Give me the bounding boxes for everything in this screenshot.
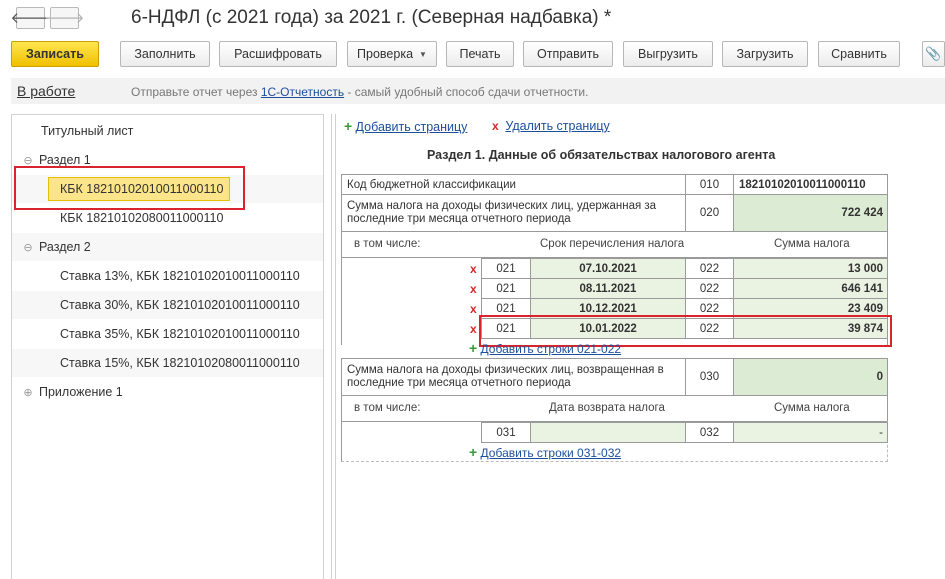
- hint-suffix: - самый удобный способ сдачи отчетности.: [344, 85, 589, 99]
- back-button[interactable]: 🡐: [10, 7, 51, 29]
- tree-item-appendix1[interactable]: ⊕ Приложение 1: [12, 378, 323, 406]
- row-code1: 021: [481, 258, 531, 279]
- add-page-link[interactable]: Добавить страницу: [356, 120, 468, 134]
- fill-button[interactable]: Заполнить: [120, 41, 210, 67]
- row-code2: 022: [685, 258, 734, 279]
- reporting-link[interactable]: 1С-Отчетность: [261, 85, 344, 99]
- including-header-row: в том числе: Срок перечисления налога Су…: [341, 231, 888, 258]
- withheld-code: 020: [685, 194, 734, 232]
- paperclip-icon: 📎: [925, 46, 942, 61]
- send-button[interactable]: Отправить: [523, 41, 613, 67]
- import-button[interactable]: Загрузить: [722, 41, 808, 67]
- delete-row-icon[interactable]: x: [470, 282, 477, 296]
- row-date-field[interactable]: 08.11.2021: [530, 278, 686, 299]
- expand-icon[interactable]: ⊕: [23, 386, 33, 399]
- plus-icon: +: [469, 340, 478, 356]
- arrow-right-icon: 🡒: [44, 9, 85, 27]
- save-button[interactable]: Записать: [11, 41, 99, 67]
- tree-label: Ставка 35%, КБК 18210102010011000110: [60, 327, 300, 341]
- returned-label: Сумма налога на доходы физических лиц, в…: [341, 358, 686, 396]
- highlight-frame: [14, 166, 245, 210]
- including-label: в том числе:: [354, 238, 421, 250]
- add-rows-031-action[interactable]: + Добавить строки 031-032: [469, 444, 621, 460]
- tree-item-rate-13[interactable]: Ставка 13%, КБК 18210102010011000110: [12, 262, 323, 290]
- tree-item-rate-30[interactable]: Ставка 30%, КБК 18210102010011000110: [12, 291, 323, 319]
- tree-label: Раздел 2: [39, 240, 91, 254]
- row-date-field[interactable]: 07.10.2021: [530, 258, 686, 279]
- return-date-field[interactable]: [530, 422, 686, 443]
- return-sum-field[interactable]: -: [733, 422, 888, 443]
- including-label: в том числе:: [354, 402, 421, 414]
- withheld-label: Сумма налога на доходы физических лиц, у…: [341, 194, 686, 232]
- tax-sum-header: Сумма налога: [774, 402, 850, 414]
- collapse-icon[interactable]: ⊖: [23, 154, 33, 167]
- delete-row-icon[interactable]: x: [470, 262, 477, 276]
- return-row-code2: 032: [685, 422, 734, 443]
- returned-code: 030: [685, 358, 734, 396]
- export-button[interactable]: Выгрузить: [623, 41, 713, 67]
- tree-item-rate-15[interactable]: Ставка 15%, КБК 18210102080011000110: [12, 349, 323, 377]
- plus-icon: +: [469, 444, 478, 460]
- status-state-link[interactable]: В работе: [17, 83, 75, 99]
- page-title: 6-НДФЛ (с 2021 года) за 2021 г. (Северна…: [131, 7, 612, 28]
- kbk-value-field[interactable]: 18210102010011000110: [733, 174, 888, 195]
- tree-label: Ставка 30%, КБК 18210102010011000110: [60, 298, 300, 312]
- transfer-date-header: Срок перечисления налога: [540, 238, 685, 250]
- return-date-header: Дата возврата налога: [549, 402, 665, 414]
- caret-down-icon: ▼: [419, 49, 427, 59]
- tree-label: Ставка 15%, КБК 18210102080011000110: [60, 356, 300, 370]
- compare-button[interactable]: Сравнить: [818, 41, 900, 67]
- tree-item-rate-35[interactable]: Ставка 35%, КБК 18210102010011000110: [12, 320, 323, 348]
- status-bar: В работе Отправьте отчет через 1С-Отчетн…: [11, 78, 945, 104]
- panel-splitter[interactable]: [331, 114, 336, 579]
- tree-label: Приложение 1: [39, 385, 123, 399]
- attach-button[interactable]: 📎: [922, 41, 945, 67]
- add-rows-021-action[interactable]: + Добавить строки 021-022: [469, 340, 621, 356]
- print-button[interactable]: Печать: [446, 41, 514, 67]
- kbk-label: Код бюджетной классификации: [341, 174, 686, 195]
- tree-item-title-page[interactable]: Титульный лист: [12, 117, 323, 145]
- decode-button[interactable]: Расшифровать: [219, 41, 337, 67]
- add-page-action[interactable]: + Добавить страницу: [344, 118, 467, 134]
- delete-page-action[interactable]: x Удалить страницу: [492, 119, 610, 133]
- add-rows-031-link[interactable]: Добавить строки 031-032: [481, 446, 622, 460]
- kbk-code: 010: [685, 174, 734, 195]
- row-sum-field[interactable]: 646 141: [733, 278, 888, 299]
- status-hint: Отправьте отчет через 1С-Отчетность - са…: [131, 85, 588, 99]
- section-title: Раздел 1. Данные об обязательствах налог…: [427, 148, 776, 162]
- row-code2: 022: [685, 278, 734, 299]
- row-sum-field[interactable]: 13 000: [733, 258, 888, 279]
- delete-row-icon[interactable]: x: [470, 322, 477, 336]
- delete-row-icon[interactable]: x: [470, 302, 477, 316]
- returned-value-field[interactable]: 0: [733, 358, 888, 396]
- tree-item-section2[interactable]: ⊖ Раздел 2: [12, 233, 323, 261]
- tax-sum-header: Сумма налога: [774, 238, 850, 250]
- return-row-code1: 031: [481, 422, 531, 443]
- tree-label: Ставка 13%, КБК 18210102010011000110: [60, 269, 300, 283]
- tree-label: КБК 18210102080011000110: [60, 211, 224, 225]
- withheld-value-field[interactable]: 722 424: [733, 194, 888, 232]
- collapse-icon[interactable]: ⊖: [23, 241, 33, 254]
- delete-icon: x: [492, 119, 499, 133]
- hint-prefix: Отправьте отчет через: [131, 85, 261, 99]
- plus-icon: +: [344, 118, 353, 134]
- check-dropdown-button[interactable]: Проверка ▼: [347, 41, 437, 67]
- tree-label: Раздел 1: [39, 153, 91, 167]
- delete-page-link[interactable]: Удалить страницу: [505, 119, 609, 133]
- row-code1: 021: [481, 278, 531, 299]
- return-header-row: в том числе: Дата возврата налога Сумма …: [341, 395, 888, 422]
- check-label: Проверка: [357, 47, 414, 61]
- forward-button[interactable]: 🡒: [44, 7, 85, 29]
- add-rows-021-link[interactable]: Добавить строки 021-022: [481, 342, 622, 356]
- tree-label: Титульный лист: [41, 124, 134, 138]
